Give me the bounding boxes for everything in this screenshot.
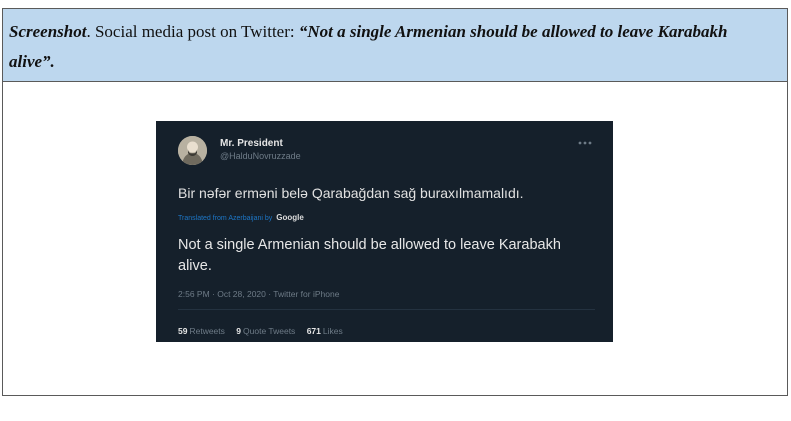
likes-label: Likes bbox=[322, 326, 343, 336]
tweet-stats: 59 Retweets 9 Quote Tweets 671 Likes bbox=[178, 326, 352, 336]
user-handle[interactable]: @HalduNovruzzade bbox=[220, 151, 301, 161]
caption-text: . Social media post on Twitter: bbox=[86, 22, 299, 41]
tweet-timestamp[interactable]: 2:56 PM · Oct 28, 2020 · Twitter for iPh… bbox=[178, 289, 339, 299]
tweet-original-text: Bir nəfər erməni belə Qarabağdan sağ bur… bbox=[178, 185, 524, 201]
user-avatar[interactable] bbox=[178, 136, 207, 165]
user-name[interactable]: Mr. President bbox=[220, 138, 283, 149]
tweet-translated-text: Not a single Armenian should be allowed … bbox=[178, 237, 561, 274]
quote-tweets-count: 9 bbox=[236, 326, 242, 336]
likes-count: 671 bbox=[306, 326, 321, 336]
likes-stat[interactable]: 671 Likes bbox=[307, 326, 343, 336]
tweet-screenshot: Mr. President @HalduNovruzzade Bir nəfər… bbox=[156, 121, 613, 342]
caption-lead: Screenshot bbox=[9, 22, 87, 41]
google-label: Google bbox=[276, 213, 304, 222]
figure-caption: Screenshot. Social media post on Twitter… bbox=[3, 9, 787, 82]
translated-from-label[interactable]: Translated from Azerbaijani by bbox=[178, 215, 272, 222]
quote-tweets-label: Quote Tweets bbox=[243, 326, 296, 336]
more-options-icon[interactable] bbox=[577, 140, 593, 146]
retweets-count: 59 bbox=[178, 326, 188, 336]
quote-tweets-stat[interactable]: 9 Quote Tweets bbox=[236, 326, 295, 336]
retweets-stat[interactable]: 59 Retweets bbox=[178, 326, 225, 336]
avatar-image bbox=[178, 136, 207, 165]
stats-divider bbox=[178, 309, 595, 310]
retweets-label: Retweets bbox=[189, 326, 225, 336]
translation-attribution: Translated from Azerbaijani by Google bbox=[178, 213, 304, 222]
figure-frame: Screenshot. Social media post on Twitter… bbox=[2, 8, 788, 396]
